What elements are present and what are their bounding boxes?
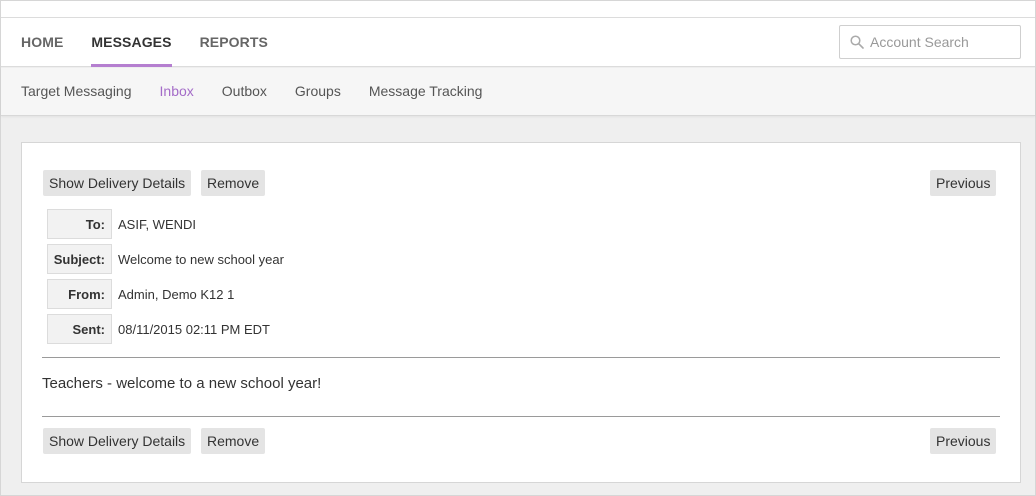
main-nav: HOME MESSAGES REPORTS xyxy=(21,18,296,67)
divider-top xyxy=(42,357,1000,358)
field-label-subject: Subject: xyxy=(47,244,112,274)
nav-home[interactable]: HOME xyxy=(21,18,63,67)
nav-reports[interactable]: REPORTS xyxy=(200,18,268,67)
field-subject: Subject: Welcome to new school year xyxy=(47,244,284,274)
show-delivery-details-button[interactable]: Show Delivery Details xyxy=(43,170,192,196)
app-window: HOME MESSAGES REPORTS Target Messaging I… xyxy=(0,0,1036,496)
field-label-to: To: xyxy=(47,209,112,239)
tab-target-messaging[interactable]: Target Messaging xyxy=(21,68,132,114)
field-label-from: From: xyxy=(47,279,112,309)
message-card: Show Delivery Details Remove Previous To… xyxy=(21,142,1021,483)
field-sent: Sent: 08/11/2015 02:11 PM EDT xyxy=(47,314,270,344)
show-delivery-details-button-bottom[interactable]: Show Delivery Details xyxy=(43,428,192,454)
field-value-to: ASIF, WENDI xyxy=(118,216,197,232)
field-value-from: Admin, Demo K12 1 xyxy=(118,286,235,302)
message-body: Teachers - welcome to a new school year! xyxy=(42,375,322,392)
sub-nav: Target Messaging Inbox Outbox Groups Mes… xyxy=(21,68,510,114)
remove-button[interactable]: Remove xyxy=(201,170,266,196)
remove-button-bottom[interactable]: Remove xyxy=(201,428,266,454)
field-value-subject: Welcome to new school year xyxy=(118,251,284,267)
tab-groups[interactable]: Groups xyxy=(295,68,341,114)
account-search xyxy=(839,25,1021,59)
field-value-sent: 08/11/2015 02:11 PM EDT xyxy=(118,321,271,337)
field-label-sent: Sent: xyxy=(47,314,112,344)
nav-messages[interactable]: MESSAGES xyxy=(91,18,172,67)
account-search-input[interactable] xyxy=(870,34,1020,50)
field-from: From: Admin, Demo K12 1 xyxy=(47,279,234,309)
top-strip xyxy=(1,1,1035,17)
previous-button[interactable]: Previous xyxy=(930,170,997,196)
search-icon xyxy=(850,35,864,49)
tab-outbox[interactable]: Outbox xyxy=(222,68,267,114)
tab-inbox[interactable]: Inbox xyxy=(160,68,194,114)
tab-message-tracking[interactable]: Message Tracking xyxy=(369,68,483,114)
top-navigation-bar: HOME MESSAGES REPORTS xyxy=(1,17,1035,67)
sub-navigation-bar: Target Messaging Inbox Outbox Groups Mes… xyxy=(1,68,1035,116)
divider-bottom xyxy=(42,416,1000,417)
previous-button-bottom[interactable]: Previous xyxy=(930,428,997,454)
field-to: To: ASIF, WENDI xyxy=(47,209,196,239)
